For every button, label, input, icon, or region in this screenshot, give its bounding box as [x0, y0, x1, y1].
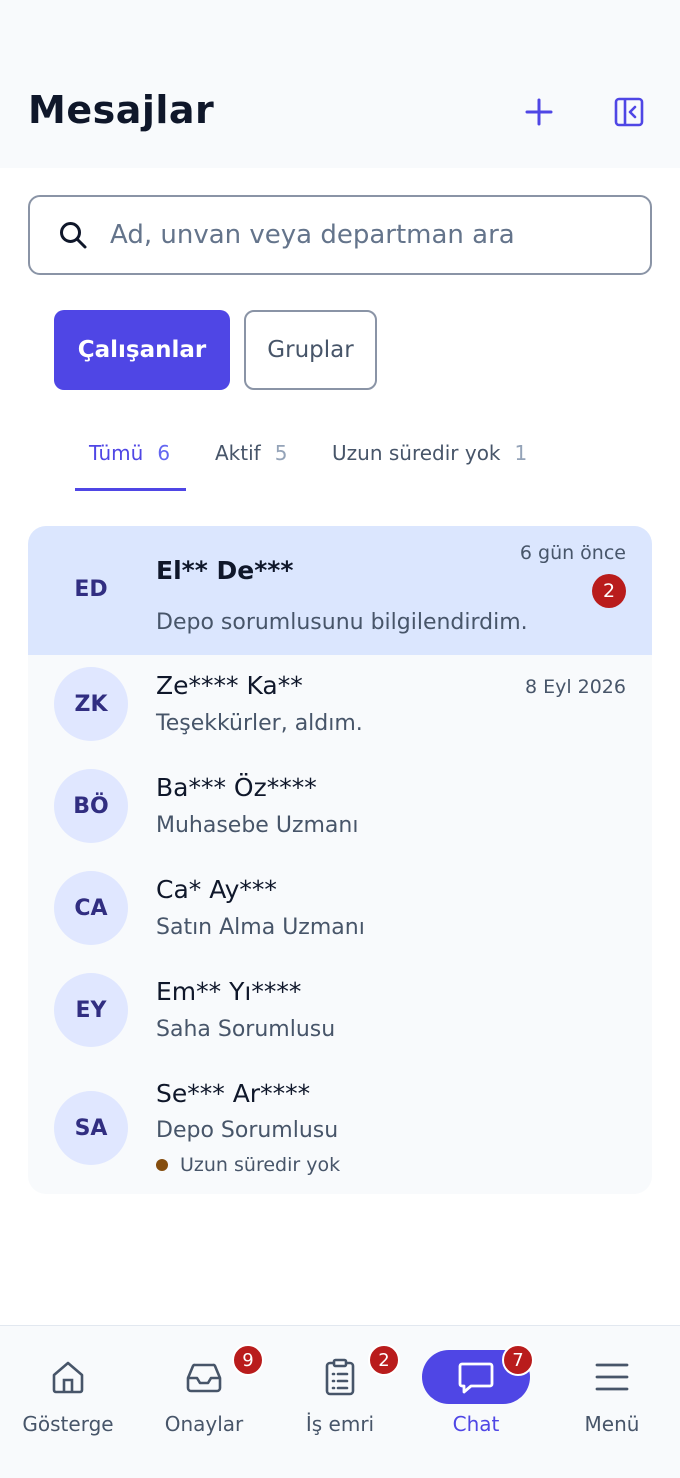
job-title: Depo Sorumlusu	[156, 1118, 339, 1143]
nav-label: Chat	[452, 1412, 500, 1436]
list-item[interactable]: CA Ca* Ay*** Satın Alma Uzmanı	[28, 859, 652, 961]
work-orders-badge: 2	[368, 1344, 400, 1376]
last-message: Depo sorumlusunu bilgilendirdim.	[156, 610, 528, 635]
nav-label: Gösterge	[22, 1412, 114, 1436]
avatar: ED	[74, 576, 108, 602]
list-item[interactable]: EY Em** Yı**** Saha Sorumlusu	[28, 961, 652, 1063]
avatar: BÖ	[54, 769, 128, 843]
nav-label: Menü	[584, 1412, 640, 1436]
approvals-badge: 9	[232, 1344, 264, 1376]
list-item[interactable]: BÖ Ba*** Öz**** Muhasebe Uzmanı	[28, 757, 652, 859]
nav-item-approvals[interactable]: 9 Onaylar	[136, 1326, 272, 1478]
filter-tab-label: Uzun süredir yok	[332, 441, 501, 465]
search-icon	[60, 222, 87, 249]
contact-list: ED El** De*** Depo sorumlusunu bilgilend…	[28, 526, 652, 1194]
filter-tab-count: 1	[514, 441, 528, 465]
filter-tab-active[interactable]: Aktif 5	[215, 438, 287, 468]
active-tab-indicator	[75, 488, 186, 491]
inbox-icon	[186, 1363, 222, 1393]
plus-icon	[525, 98, 553, 126]
list-item[interactable]: SA Se*** Ar**** Depo Sorumlusu Uzun süre…	[28, 1063, 652, 1194]
home-icon	[52, 1361, 84, 1394]
avatar: EY	[54, 973, 128, 1047]
list-item[interactable]: ZK Ze**** Ka** Teşekkürler, aldım. 8 Eyl…	[28, 655, 652, 757]
filter-tab-all[interactable]: Tümü 6	[89, 438, 170, 468]
contact-name: Ca* Ay***	[156, 875, 277, 904]
page-title: Mesajlar	[28, 88, 215, 132]
contact-name: Em** Yı****	[156, 977, 302, 1006]
nav-label: Onaylar	[164, 1412, 244, 1436]
contact-name: Ze**** Ka**	[156, 671, 303, 700]
message-time: 8 Eyl 2026	[524, 676, 626, 698]
bottom-navigation: Gösterge 9 Onaylar 2 İş emri 7 Chat Menü	[0, 1325, 680, 1478]
avatar: ZK	[54, 667, 128, 741]
nav-item-dashboard[interactable]: Gösterge	[0, 1326, 136, 1478]
search-input[interactable]	[110, 220, 610, 250]
list-item[interactable]: ED El** De*** Depo sorumlusunu bilgilend…	[28, 526, 652, 655]
job-title: Satın Alma Uzmanı	[156, 915, 365, 940]
menu-icon	[595, 1363, 629, 1391]
nav-item-chat[interactable]: 7 Chat	[408, 1326, 544, 1478]
contact-name: Ba*** Öz****	[156, 773, 317, 802]
nav-label: İş emri	[305, 1412, 375, 1436]
nav-item-work-orders[interactable]: 2 İş emri	[272, 1326, 408, 1478]
status-label: Uzun süredir yok	[180, 1154, 341, 1176]
sidebar-collapse-icon	[614, 97, 644, 127]
away-status: Uzun süredir yok	[156, 1154, 340, 1176]
chat-icon	[458, 1362, 494, 1394]
search-box[interactable]	[28, 195, 652, 275]
clipboard-icon	[325, 1358, 355, 1396]
segment-employees[interactable]: Çalışanlar	[54, 310, 230, 390]
job-title: Muhasebe Uzmanı	[156, 813, 359, 838]
nav-icon-container	[558, 1350, 666, 1404]
nav-icon-container	[14, 1350, 122, 1404]
collapse-sidebar-button[interactable]	[607, 90, 651, 134]
job-title: Saha Sorumlusu	[156, 1017, 336, 1042]
status-dot	[156, 1159, 168, 1171]
avatar: SA	[54, 1091, 128, 1165]
message-time: 6 gün önce	[519, 542, 626, 564]
filter-tab-count: 5	[274, 441, 288, 465]
contact-name: El** De***	[156, 556, 294, 585]
chat-badge: 7	[502, 1344, 534, 1376]
header: Mesajlar	[0, 0, 680, 168]
avatar: CA	[54, 871, 128, 945]
unread-badge: 2	[592, 574, 626, 608]
nav-item-menu[interactable]: Menü	[544, 1326, 680, 1478]
filter-tab-label: Tümü	[89, 441, 144, 465]
last-message: Teşekkürler, aldım.	[156, 711, 363, 736]
contact-name: Se*** Ar****	[156, 1079, 311, 1108]
filter-tab-count: 6	[157, 441, 171, 465]
filter-tab-label: Aktif	[215, 441, 261, 465]
filter-tab-away[interactable]: Uzun süredir yok 1	[332, 438, 527, 468]
segment-groups[interactable]: Gruplar	[244, 310, 377, 390]
new-message-button[interactable]	[517, 90, 561, 134]
